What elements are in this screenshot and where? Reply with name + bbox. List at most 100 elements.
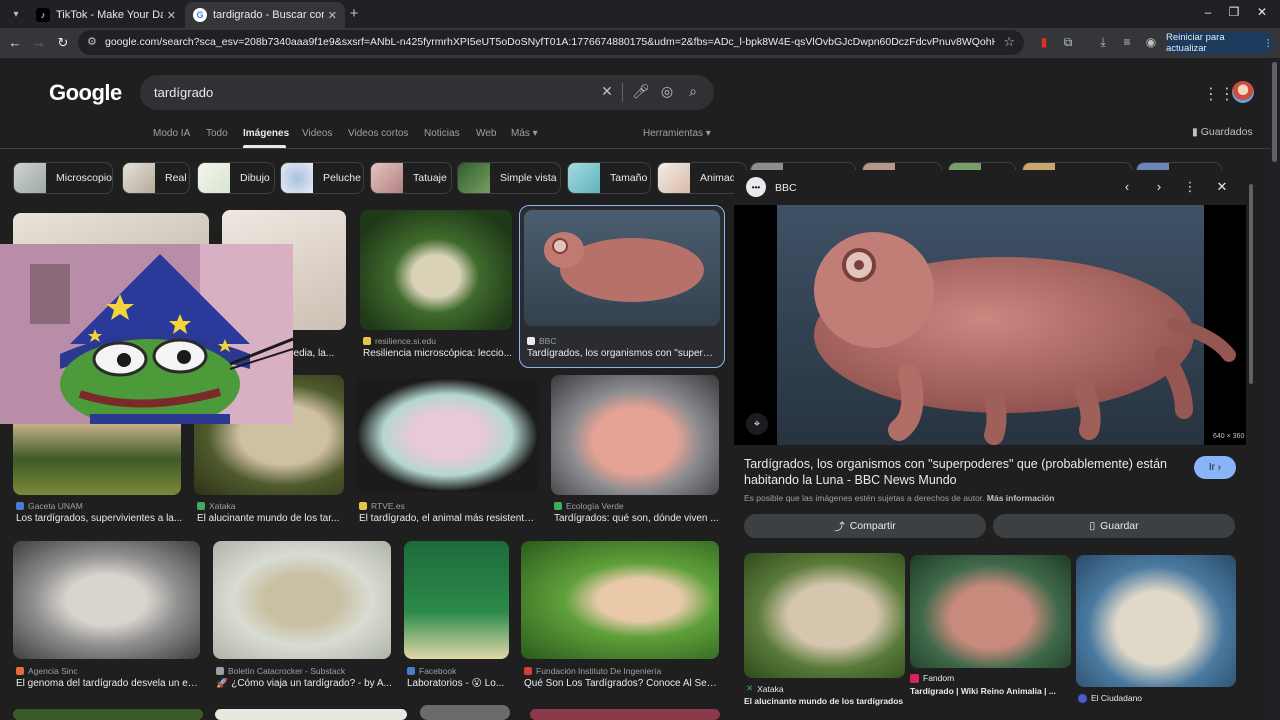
- result-image[interactable]: [360, 210, 512, 330]
- result-title[interactable]: El alucinante mundo de los tar...: [197, 513, 344, 524]
- close-window-icon[interactable]: ✕: [1254, 5, 1270, 19]
- related-result[interactable]: Fandom Tardígrado | Wiki Reino Animalia …: [910, 555, 1072, 710]
- chip-tamano[interactable]: Tamaño: [567, 162, 651, 194]
- panel-title[interactable]: Tardígrados, los organismos con "superpo…: [744, 456, 1174, 488]
- search-box[interactable]: tardígrado ✕ 🎤︎ ◎ ⌕: [140, 75, 714, 110]
- tab-search-icon[interactable]: ▾: [8, 6, 24, 22]
- related-title[interactable]: El alucinante mundo de los tardígrados: [744, 696, 904, 706]
- scrollbar-thumb[interactable]: [1272, 62, 1277, 162]
- related-result[interactable]: El Ciudadano: [1076, 555, 1237, 710]
- save-button[interactable]: ▯ Guardar: [993, 514, 1235, 538]
- chip-tatuaje[interactable]: Tatuaje: [370, 162, 452, 194]
- tab-tiktok[interactable]: ♪ TikTok - Make Your Day ✕: [28, 2, 184, 28]
- address-bar[interactable]: ⚙ google.com/search?sca_esv=208b7340aaa9…: [78, 30, 1024, 55]
- new-tab-button[interactable]: +: [346, 5, 362, 22]
- result-card[interactable]: Boletín Catacrocker - Substack 🚀 ¿Cómo v…: [213, 541, 392, 693]
- next-image-icon[interactable]: ›: [1151, 179, 1167, 194]
- related-title[interactable]: Tardígrado | Wiki Reino Animalia | ...: [910, 686, 1070, 696]
- result-title[interactable]: El genoma del tardígrado desvela un es..…: [16, 678, 201, 689]
- restart-to-update-button[interactable]: Reiniciar para actualizar ⋮: [1166, 32, 1273, 54]
- result-card[interactable]: Agencia Sinc El genoma del tardígrado de…: [13, 541, 201, 693]
- related-result[interactable]: ✕ Xataka El alucinante mundo de los tardí…: [744, 553, 906, 708]
- panel-source-name[interactable]: BBC: [775, 182, 797, 194]
- more-options-icon[interactable]: ⋮: [1182, 179, 1198, 195]
- chip-peluche[interactable]: Peluche: [280, 162, 364, 194]
- result-image[interactable]: [530, 709, 720, 720]
- preview-image-frame[interactable]: [734, 205, 1246, 445]
- result-image[interactable]: [404, 541, 509, 659]
- result-card[interactable]: [420, 705, 510, 720]
- result-image[interactable]: [213, 541, 391, 659]
- scrollbar-thumb[interactable]: [1249, 184, 1253, 384]
- result-card[interactable]: [13, 709, 203, 720]
- result-title[interactable]: Tardígrados: qué son, dónde viven ...: [554, 513, 719, 524]
- forward-icon[interactable]: →: [31, 35, 47, 50]
- result-card-selected[interactable]: BBC Tardígrados, los organismos con "sup…: [524, 210, 720, 362]
- tab-mas[interactable]: Más ▾: [511, 128, 538, 139]
- close-panel-icon[interactable]: ✕: [1214, 179, 1230, 195]
- restore-icon[interactable]: ❐: [1226, 5, 1242, 19]
- result-card[interactable]: Ecología Verde Tardígrados: qué son, dón…: [551, 375, 719, 527]
- avatar[interactable]: [1232, 81, 1254, 103]
- media-control-icon[interactable]: ≡: [1119, 35, 1135, 49]
- search-input[interactable]: tardígrado: [154, 85, 213, 100]
- result-card[interactable]: RTVE.es El tardígrado, el animal más res…: [356, 378, 539, 528]
- tab-videos-cortos[interactable]: Videos cortos: [348, 128, 408, 139]
- result-image[interactable]: [215, 709, 407, 720]
- tab-google-search[interactable]: G tardigrado - Buscar con Google ✕: [185, 2, 345, 28]
- result-image[interactable]: [13, 541, 200, 659]
- result-card[interactable]: [530, 709, 720, 720]
- site-info-icon[interactable]: ⚙: [87, 35, 97, 48]
- result-title[interactable]: 🚀 ¿Cómo viaja un tardígrado? - by A...: [216, 678, 392, 689]
- chip-dibujo[interactable]: Dibujo: [197, 162, 275, 194]
- close-tab-icon[interactable]: ✕: [167, 9, 176, 22]
- result-title[interactable]: Tardígrados, los organismos con "superpo…: [527, 348, 717, 359]
- result-title[interactable]: Resiliencia microscópica: leccio...: [363, 348, 512, 359]
- chip-microscopio[interactable]: Microscopio: [13, 162, 113, 194]
- result-image[interactable]: [551, 375, 719, 495]
- previous-image-icon[interactable]: ‹: [1119, 179, 1135, 194]
- result-card[interactable]: resilience.si.edu Resiliencia microscópi…: [360, 210, 512, 362]
- related-image[interactable]: [744, 553, 905, 678]
- panel-scrollbar[interactable]: [1248, 180, 1254, 710]
- profile-icon[interactable]: ◉: [1143, 35, 1159, 49]
- reload-icon[interactable]: ↻: [55, 35, 71, 51]
- google-apps-icon[interactable]: ⋮⋮: [1203, 84, 1235, 104]
- tab-todo[interactable]: Todo: [206, 128, 228, 139]
- lens-camera-icon[interactable]: ◎: [658, 83, 676, 100]
- lens-search-icon[interactable]: ⌖: [746, 413, 768, 435]
- close-tab-icon[interactable]: ✕: [328, 9, 337, 22]
- chip-simple-vista[interactable]: Simple vista: [457, 162, 561, 194]
- url-text[interactable]: google.com/search?sca_esv=208b7340aaa9f1…: [105, 36, 995, 48]
- chip-real[interactable]: Real: [122, 162, 190, 194]
- tab-web[interactable]: Web: [476, 128, 496, 139]
- result-image[interactable]: [521, 541, 719, 659]
- download-icon[interactable]: ⤓: [1095, 35, 1111, 50]
- page-scrollbar[interactable]: [1270, 58, 1280, 720]
- tab-imagenes[interactable]: Imágenes: [243, 128, 289, 139]
- tardigrade-preview-image[interactable]: [734, 205, 1246, 445]
- result-card[interactable]: Fundación Instituto De Ingeniería Qué So…: [521, 541, 719, 693]
- related-image[interactable]: [910, 555, 1071, 668]
- result-title[interactable]: Laboratorios - 😮 Lo...: [407, 678, 510, 689]
- tab-videos[interactable]: Videos: [302, 128, 332, 139]
- related-image[interactable]: [1076, 555, 1236, 687]
- result-title[interactable]: Qué Son Los Tardígrados? Conoce Al Ser .…: [524, 678, 719, 689]
- google-logo[interactable]: Google: [49, 80, 122, 106]
- visit-button[interactable]: Ir ›: [1194, 456, 1236, 479]
- extension-icon[interactable]: ▮: [1036, 35, 1052, 49]
- result-image[interactable]: [356, 378, 539, 492]
- tab-noticias[interactable]: Noticias: [424, 128, 460, 139]
- share-button[interactable]: ⤴ Compartir: [744, 514, 986, 538]
- tools-button[interactable]: Herramientas ▾: [643, 128, 711, 139]
- result-card[interactable]: Facebook Laboratorios - 😮 Lo...: [404, 541, 510, 693]
- result-title[interactable]: Los tardígrados, supervivientes a la...: [16, 513, 183, 524]
- clear-search-icon[interactable]: ✕: [598, 83, 616, 100]
- tab-modo-ia[interactable]: Modo IA: [153, 128, 190, 139]
- result-card[interactable]: [215, 709, 407, 720]
- result-title[interactable]: El tardígrado, el animal más resistente …: [359, 513, 539, 524]
- result-image[interactable]: [420, 705, 510, 720]
- minimize-icon[interactable]: –: [1200, 5, 1216, 19]
- search-icon[interactable]: ⌕: [684, 83, 702, 100]
- bookmark-star-icon[interactable]: ☆: [1003, 34, 1015, 50]
